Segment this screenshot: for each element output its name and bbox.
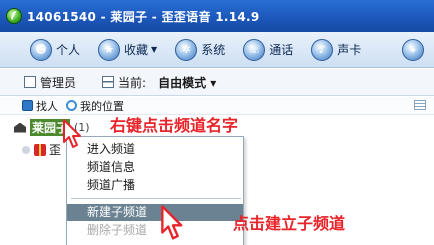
menu-separator: [71, 198, 241, 199]
annotation-right-click: 右键点击频道名字: [110, 116, 239, 135]
menu-item-enter-channel[interactable]: 进入频道: [67, 141, 243, 158]
toolbar-soundcard-button[interactable]: ♪ 声卡: [311, 38, 362, 61]
speaker-icon: ♪: [311, 38, 334, 61]
mode-icon: [102, 76, 115, 88]
admin-checkbox[interactable]: [24, 76, 36, 88]
toolbar-favorites-button[interactable]: ★ 收藏 ▼: [98, 38, 158, 61]
toolbar-system-button[interactable]: ✲ 系统: [175, 38, 226, 61]
toolbar-favorites-label: 收藏: [124, 43, 149, 57]
toolbar-personal-button[interactable]: ☻ 个人: [30, 38, 81, 61]
status-dot-icon: [22, 145, 30, 154]
user-row[interactable]: 歪: [22, 141, 61, 158]
title-bar: 14061540 - 莱园子 - 歪歪语音 1.14.9: [0, 0, 434, 32]
menu-item-delete-subchannel: 删除子频道: [87, 223, 148, 237]
user-name: 歪: [49, 143, 62, 157]
app-logo-icon: [6, 8, 22, 24]
mouse-cursor-icon: [161, 205, 183, 240]
menu-item-channel-info[interactable]: 频道信息: [67, 159, 243, 176]
menu-item-new-subchannel[interactable]: 新建子频道: [67, 204, 243, 221]
menu-item-channel-broadcast[interactable]: 频道广播: [67, 177, 243, 194]
list-view-icon[interactable]: [414, 100, 426, 110]
mouse-cursor-icon: [63, 119, 81, 148]
star-icon: ★: [98, 38, 121, 61]
person-icon: ☻: [30, 38, 52, 61]
toolbar-call-button[interactable]: ☏ 通话: [243, 38, 294, 61]
gift-icon: [34, 143, 46, 156]
toolbar-soundcard-label: 声卡: [337, 43, 362, 57]
annotation-create-subchannel: 点击建立子频道: [233, 214, 346, 233]
chevron-down-icon: ▾: [210, 75, 217, 90]
search-icon: [22, 100, 33, 111]
admin-label: 管理员: [40, 75, 77, 90]
main-toolbar: ☻ 个人 ★ 收藏 ▼ ✲ 系统 ☏ 通话 ♪ 声卡 ✦: [0, 32, 434, 68]
find-person-link[interactable]: 找人: [36, 98, 58, 114]
target-icon: [66, 100, 77, 111]
toolbar-personal-label: 个人: [56, 43, 81, 57]
mode-dropdown[interactable]: 自由模式 ▾: [158, 74, 216, 91]
context-menu: 进入频道 频道信息 频道广播 新建子频道 删除子频道: [66, 136, 244, 245]
toolbar-call-label: 通话: [269, 43, 294, 57]
mode-bar: 管理员 当前: 自由模式 ▾: [0, 69, 434, 96]
current-mode-label: 当前:: [118, 75, 147, 90]
toolbar-system-label: 系统: [201, 43, 226, 57]
gear-icon: ✲: [175, 38, 198, 61]
phone-icon: ☏: [243, 38, 266, 61]
more-tools-icon[interactable]: ✦: [402, 39, 424, 61]
chevron-down-icon: ▼: [151, 45, 158, 54]
window-title: 14061540 - 莱园子 - 歪歪语音 1.14.9: [27, 9, 260, 24]
home-icon: [14, 122, 26, 133]
mode-value: 自由模式: [158, 75, 207, 90]
